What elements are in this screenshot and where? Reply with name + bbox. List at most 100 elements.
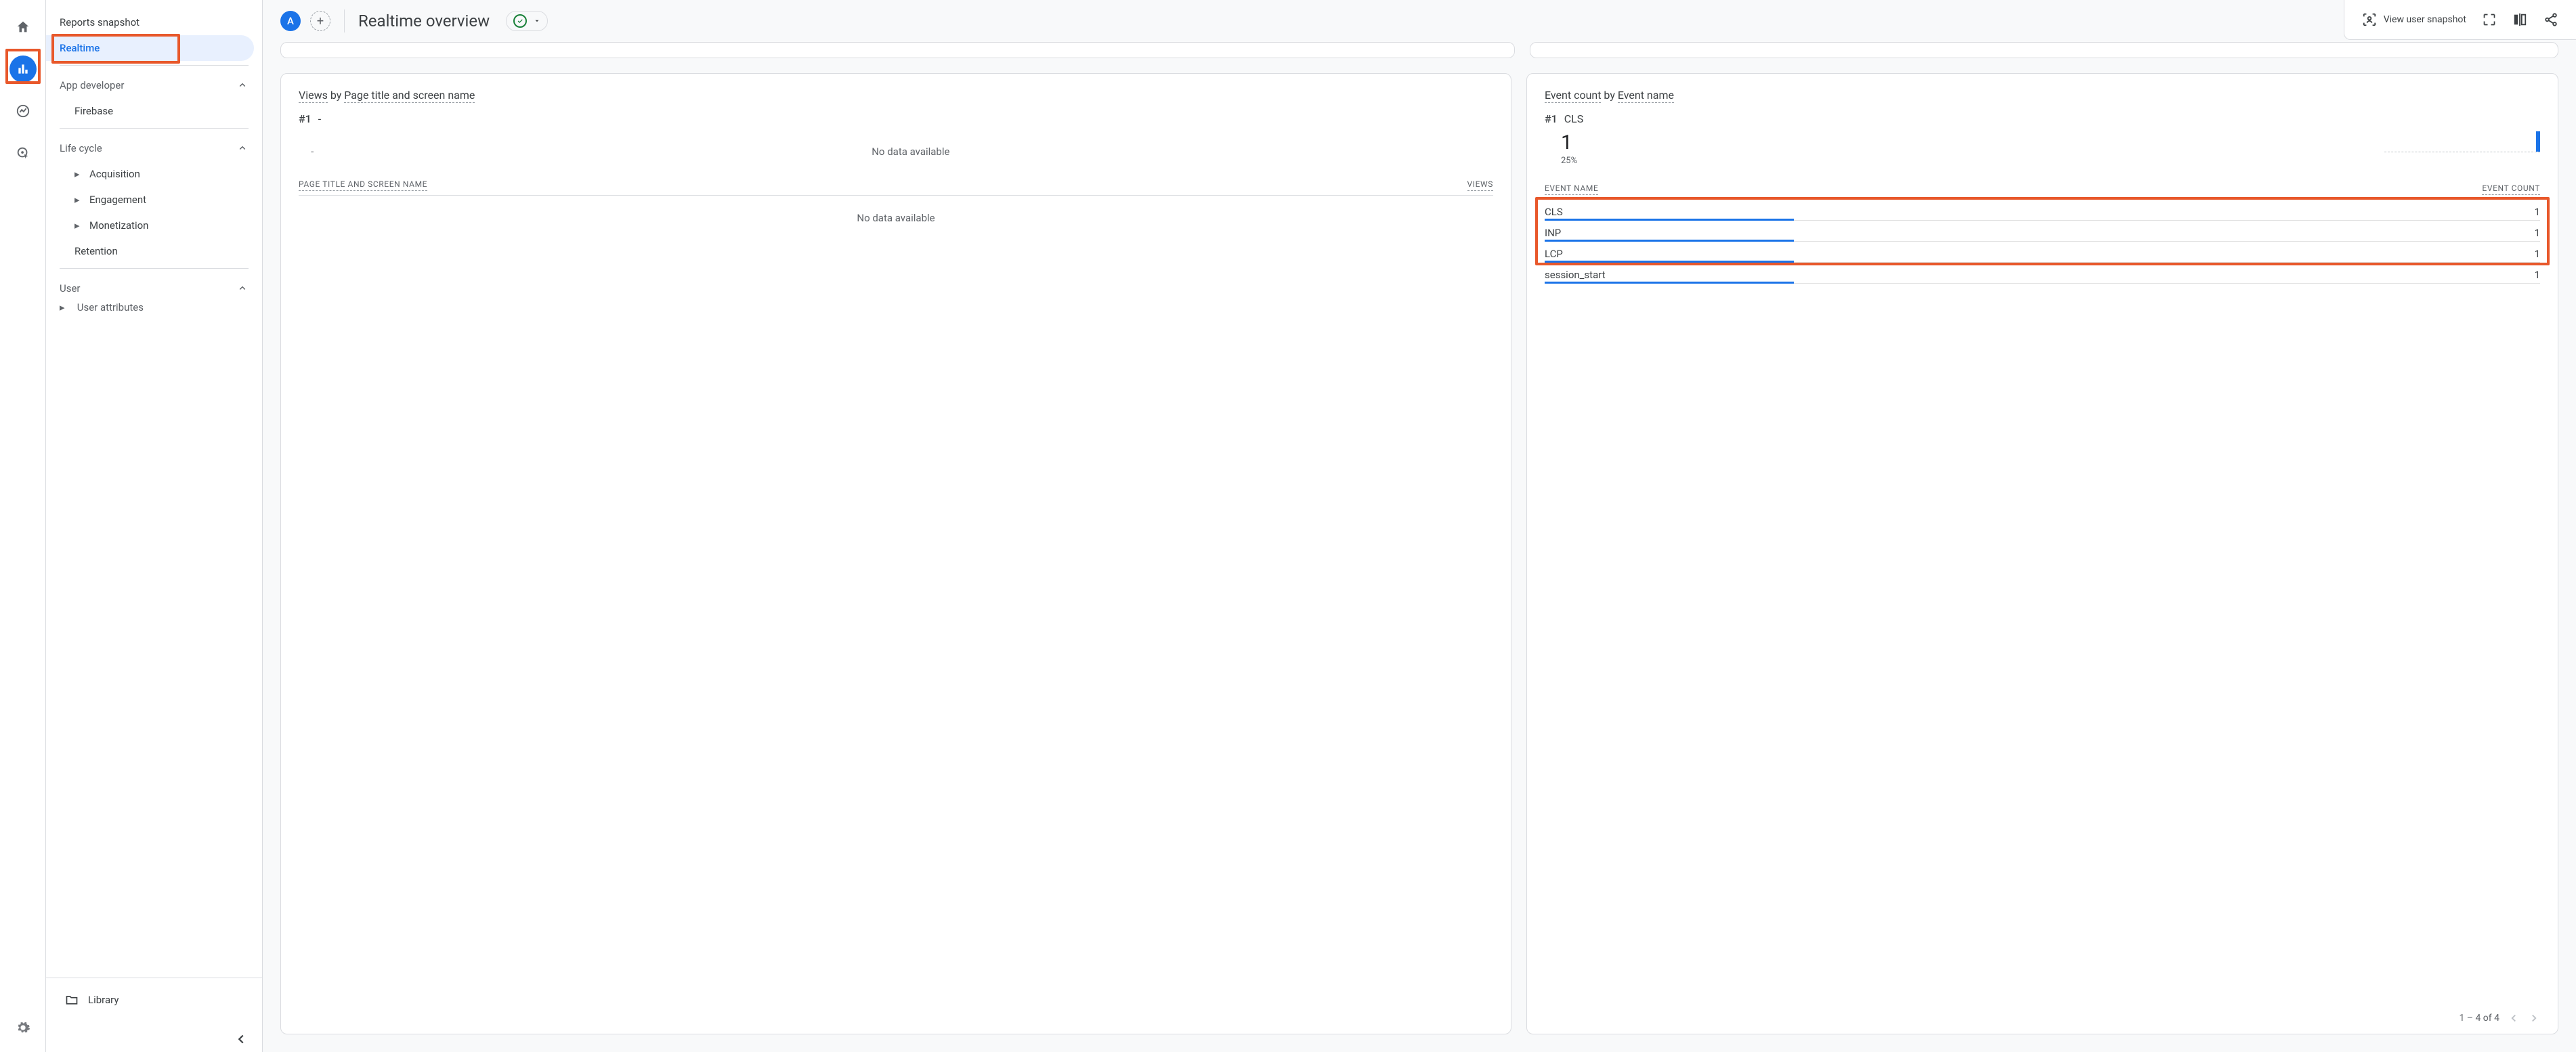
table-header: PAGE TITLE AND SCREEN NAME VIEWS [299, 174, 1493, 196]
nav-user-attributes-truncated[interactable]: ▸ User attributes [46, 301, 262, 319]
nav-reports-snapshot[interactable]: Reports snapshot [46, 9, 254, 35]
sidebar-collapse[interactable] [234, 1032, 249, 1047]
card-title[interactable]: Views by Page title and screen name [299, 89, 1493, 102]
rail-home[interactable] [9, 14, 37, 41]
page-title: Realtime overview [358, 12, 490, 30]
rail-settings[interactable] [9, 1014, 37, 1041]
view-user-snapshot-button[interactable]: View user snapshot [2362, 12, 2466, 27]
event-row[interactable]: LCP1 [1545, 242, 2540, 263]
check-circle-icon [513, 14, 527, 28]
rank-row: #1 CLS [1545, 112, 2540, 125]
section-life-cycle[interactable]: Life cycle [46, 133, 262, 161]
nav-acquisition[interactable]: ▸ Acquisition [46, 161, 254, 187]
nav-engagement[interactable]: ▸ Engagement [46, 187, 254, 213]
user-scan-icon [2362, 12, 2377, 27]
pager-text: 1 – 4 of 4 [2459, 1013, 2499, 1024]
table-no-data: No data available [299, 196, 1493, 240]
no-data-message: - No data available [299, 129, 1493, 174]
section-app-developer[interactable]: App developer [46, 70, 262, 98]
event-rows: CLS1INP1LCP1session_start1 [1545, 200, 2540, 284]
rail-reports[interactable] [9, 56, 37, 83]
event-row[interactable]: INP1 [1545, 221, 2540, 242]
card-stub [280, 42, 1515, 58]
event-row[interactable]: session_start 1 [1545, 263, 2540, 284]
rank-row: #1 - [299, 112, 1493, 125]
event-count: 1 [2535, 269, 2540, 281]
event-bar [1545, 282, 1794, 284]
fullscreen-button[interactable] [2483, 13, 2496, 26]
trend-icon [16, 104, 30, 118]
table-header: EVENT NAME EVENT COUNT [1545, 178, 2540, 200]
card-title[interactable]: Event count by Event name [1545, 89, 2540, 102]
chevron-up-icon [236, 282, 249, 294]
section-user[interactable]: User [46, 273, 262, 301]
nav-realtime[interactable]: Realtime [46, 35, 254, 61]
section-label: App developer [60, 79, 124, 91]
table-pager: 1 – 4 of 4 [1545, 1001, 2540, 1024]
nav-item-label: Acquisition [89, 168, 140, 180]
status-chip[interactable] [506, 11, 548, 31]
chevron-right-icon [2528, 1012, 2540, 1024]
nav-rail [0, 0, 46, 1052]
caret-right-icon: ▸ [74, 194, 89, 206]
event-row[interactable]: CLS 1 [1545, 200, 2540, 221]
col-event-name: EVENT NAME [1545, 183, 1598, 195]
metric-name: Event count [1545, 89, 1601, 103]
caret-right-icon: ▸ [74, 168, 89, 180]
divider [344, 9, 345, 32]
fullscreen-icon [2483, 13, 2496, 26]
divider [60, 128, 249, 129]
by-text: by [1601, 89, 1617, 102]
compare-icon [2512, 12, 2527, 27]
dimension-name: Page title and screen name [344, 89, 475, 103]
rail-explore[interactable] [9, 97, 37, 125]
sidebar-footer: Library [46, 978, 262, 1052]
topbar: A + Realtime overview [263, 0, 2344, 42]
nav-library[interactable]: Library [49, 988, 259, 1012]
nav-item-label: Monetization [89, 219, 148, 232]
rail-advertising[interactable] [9, 139, 37, 167]
library-label: Library [88, 994, 119, 1006]
event-count: 1 [2535, 248, 2540, 260]
section-label: User [60, 282, 81, 294]
previous-cards-row [263, 42, 2576, 58]
nav-monetization[interactable]: ▸ Monetization [46, 213, 254, 238]
summary-percent: 25% [1561, 156, 2540, 166]
view-user-snapshot-label: View user snapshot [2384, 14, 2466, 25]
nav-firebase[interactable]: Firebase [46, 98, 254, 124]
pager-next[interactable] [2528, 1012, 2540, 1024]
target-click-icon [16, 146, 30, 160]
compare-button[interactable] [2512, 12, 2527, 27]
nav-item-label: Engagement [89, 194, 146, 206]
caret-down-icon [534, 18, 540, 24]
event-name: session_start [1545, 269, 1606, 281]
segment-avatar[interactable]: A [280, 11, 301, 31]
event-count: 1 [2535, 206, 2540, 218]
sidebar: Reports snapshot Realtime App developer … [46, 0, 263, 1052]
event-count: 1 [2535, 227, 2540, 239]
gear-icon [16, 1020, 30, 1035]
bar-chart-icon [16, 62, 30, 76]
divider [60, 268, 249, 269]
home-icon [16, 20, 30, 35]
sparkline-chart [2384, 128, 2540, 152]
nav-retention[interactable]: Retention [46, 238, 254, 264]
chevron-up-icon [236, 142, 249, 154]
chevron-up-icon [236, 79, 249, 91]
rank-value: CLS [1564, 112, 1584, 125]
divider [60, 65, 249, 66]
plus-icon: + [317, 14, 324, 28]
rank-number: #1 [299, 112, 312, 125]
pager-prev[interactable] [2508, 1012, 2520, 1024]
main: A + Realtime overview View user snapshot [263, 0, 2576, 1052]
section-label: Life cycle [60, 142, 102, 154]
topbar-actions: View user snapshot [2344, 0, 2576, 40]
add-segment-button[interactable]: + [310, 11, 330, 31]
sparkline-bar [2536, 131, 2540, 152]
card-stub [1530, 42, 2558, 58]
chevron-left-icon [234, 1032, 249, 1047]
share-icon [2543, 12, 2558, 27]
event-name: CLS [1545, 206, 1563, 218]
share-button[interactable] [2543, 12, 2558, 27]
chevron-left-icon [2508, 1012, 2520, 1024]
